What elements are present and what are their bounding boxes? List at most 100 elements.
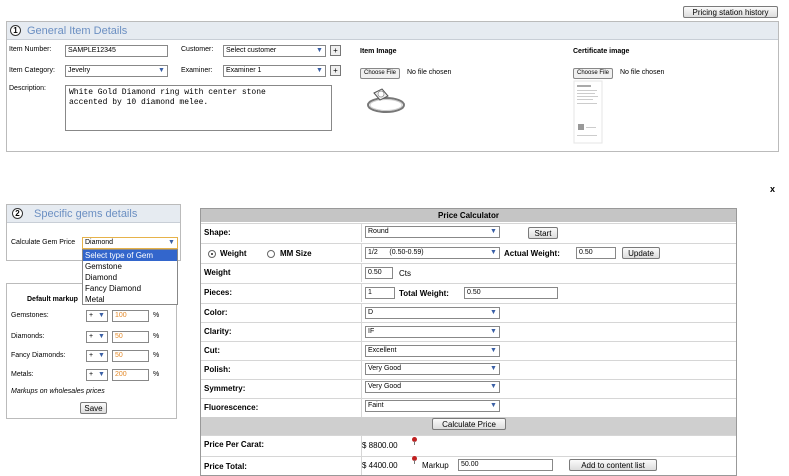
symmetry-select[interactable]: Very Good ▼: [365, 381, 500, 393]
chevron-down-icon: ▼: [488, 248, 499, 258]
calc-gem-price-label: Calculate Gem Price: [11, 239, 76, 246]
markup-value-input[interactable]: 50: [112, 350, 149, 362]
cut-select[interactable]: Excellent ▼: [365, 345, 500, 357]
item-number-input[interactable]: SAMPLE12345: [65, 45, 168, 57]
certificate-thumbnail: [573, 80, 603, 144]
add-to-content-list-button[interactable]: Add to content list: [569, 459, 657, 471]
polish-select[interactable]: Very Good ▼: [365, 363, 500, 375]
chevron-down-icon: ▼: [488, 401, 499, 411]
gem-type-value: Diamond: [85, 239, 114, 246]
start-button[interactable]: Start: [528, 227, 558, 239]
markup-row-label: Metals:: [11, 371, 34, 378]
chevron-down-icon: ▼: [96, 351, 107, 361]
dropdown-option[interactable]: Select type of Gem: [83, 250, 177, 261]
markup-value-input[interactable]: 200: [112, 369, 149, 381]
chevron-down-icon: ▼: [488, 327, 499, 337]
item-image-choose-file[interactable]: Choose File: [360, 68, 401, 79]
chevron-down-icon: ▼: [488, 382, 499, 392]
markup-value-input[interactable]: 100: [112, 310, 149, 322]
total-weight-input[interactable]: 0.50: [464, 287, 558, 299]
markup-unit: %: [153, 371, 160, 378]
markup-unit: %: [153, 333, 160, 340]
description-textarea[interactable]: White Gold Diamond ring with center ston…: [65, 85, 332, 131]
step-1-badge: 1: [10, 25, 21, 36]
markup-note: Markups on wholesales prices: [11, 388, 105, 395]
chevron-down-icon: ▼: [96, 370, 107, 380]
gem-type-dropdown: Select type of Gem Gemstone Diamond Fanc…: [82, 249, 178, 305]
markup-row-label: Gemstones:: [11, 312, 49, 319]
customer-select[interactable]: Select customer ▼: [223, 45, 326, 57]
price-total-value: $ 4400.00: [362, 461, 398, 470]
close-x-icon[interactable]: x: [770, 184, 775, 194]
markup-value-input[interactable]: 50: [112, 331, 149, 343]
markup-sign-value: +: [89, 352, 94, 359]
dropdown-option[interactable]: Metal: [83, 294, 177, 305]
description-label: Description:: [9, 85, 46, 92]
markup-sign-select[interactable]: + ▼: [86, 331, 108, 343]
weight-radio[interactable]: [208, 250, 216, 258]
markup-sign-select[interactable]: + ▼: [86, 350, 108, 362]
markup-sign-select[interactable]: + ▼: [86, 369, 108, 381]
dropdown-option[interactable]: Gemstone: [83, 261, 177, 272]
item-category-value: Jevelry: [68, 67, 91, 74]
chevron-down-icon: ▼: [488, 346, 499, 356]
chevron-down-icon: ▼: [488, 308, 499, 318]
markup-sign-value: +: [89, 333, 94, 340]
chevron-down-icon: ▼: [96, 332, 107, 342]
pin-icon[interactable]: [412, 456, 417, 464]
mm-size-radio[interactable]: [267, 250, 275, 258]
examiner-select[interactable]: Examiner 1 ▼: [223, 65, 326, 77]
chevron-down-icon: ▼: [488, 227, 499, 237]
chevron-down-icon: ▼: [314, 46, 325, 56]
markup-row-label: Fancy Diamonds:: [11, 352, 66, 359]
examiner-value: Examiner 1: [226, 67, 262, 74]
add-examiner-button[interactable]: +: [330, 65, 341, 76]
certificate-choose-file[interactable]: Choose File: [573, 68, 614, 79]
polish-value: Very Good: [368, 365, 402, 372]
fluorescence-select[interactable]: Faint ▼: [365, 400, 500, 412]
item-category-label: Item Category:: [9, 67, 55, 74]
shape-select[interactable]: Round ▼: [365, 226, 500, 238]
calculate-price-button[interactable]: Calculate Price: [432, 418, 506, 430]
step-2-badge: 2: [12, 208, 23, 219]
weight-input[interactable]: 0.50: [365, 267, 393, 279]
dropdown-option[interactable]: Diamond: [83, 272, 177, 283]
item-category-select[interactable]: Jevelry ▼: [65, 65, 168, 77]
color-select[interactable]: D ▼: [365, 307, 500, 319]
chevron-down-icon: ▼: [314, 66, 325, 76]
symmetry-value: Very Good: [368, 383, 402, 390]
fluorescence-label: Fluorescence:: [204, 403, 259, 412]
pin-icon[interactable]: [412, 437, 417, 445]
examiner-label: Examiner:: [181, 67, 213, 74]
item-image-label: Item Image: [360, 48, 397, 55]
price-per-carat-row: Price Per Carat:: [201, 435, 736, 456]
total-label: Price Total:: [204, 462, 247, 471]
markup-input[interactable]: 50.00: [458, 459, 553, 471]
general-panel-title: General Item Details: [27, 25, 128, 37]
markup-unit: %: [153, 352, 160, 359]
clarity-select[interactable]: IF ▼: [365, 326, 500, 338]
size-select[interactable]: 1/2 (0.50-0.59) ▼: [365, 247, 500, 259]
customer-value: Select customer: [226, 47, 277, 54]
customer-label: Customer:: [181, 46, 214, 53]
symmetry-label: Symmetry:: [204, 384, 246, 393]
pricing-history-button[interactable]: Pricing station history: [683, 6, 778, 18]
pieces-input[interactable]: 1: [365, 287, 395, 299]
chevron-down-icon: ▼: [96, 311, 107, 321]
pieces-label: Pieces:: [204, 288, 233, 297]
shape-value: Round: [368, 228, 389, 235]
certificate-no-file: No file chosen: [620, 69, 665, 76]
update-button[interactable]: Update: [622, 247, 660, 259]
item-image-no-file: No file chosen: [407, 69, 452, 76]
actual-weight-input[interactable]: 0.50: [576, 247, 616, 259]
add-customer-button[interactable]: +: [330, 45, 341, 56]
markup-sign-select[interactable]: + ▼: [86, 310, 108, 322]
size-value: 1/2 (0.50-0.59): [368, 249, 424, 256]
gem-type-select[interactable]: Diamond ▼: [82, 237, 178, 249]
weight-row: Weight: [201, 263, 736, 282]
dropdown-option[interactable]: Fancy Diamond: [83, 283, 177, 294]
weight-label: Weight: [204, 268, 231, 277]
save-button[interactable]: Save: [80, 402, 107, 414]
price-per-carat-value: $ 8800.00: [362, 441, 398, 450]
weight-radio-label: Weight: [220, 249, 247, 258]
